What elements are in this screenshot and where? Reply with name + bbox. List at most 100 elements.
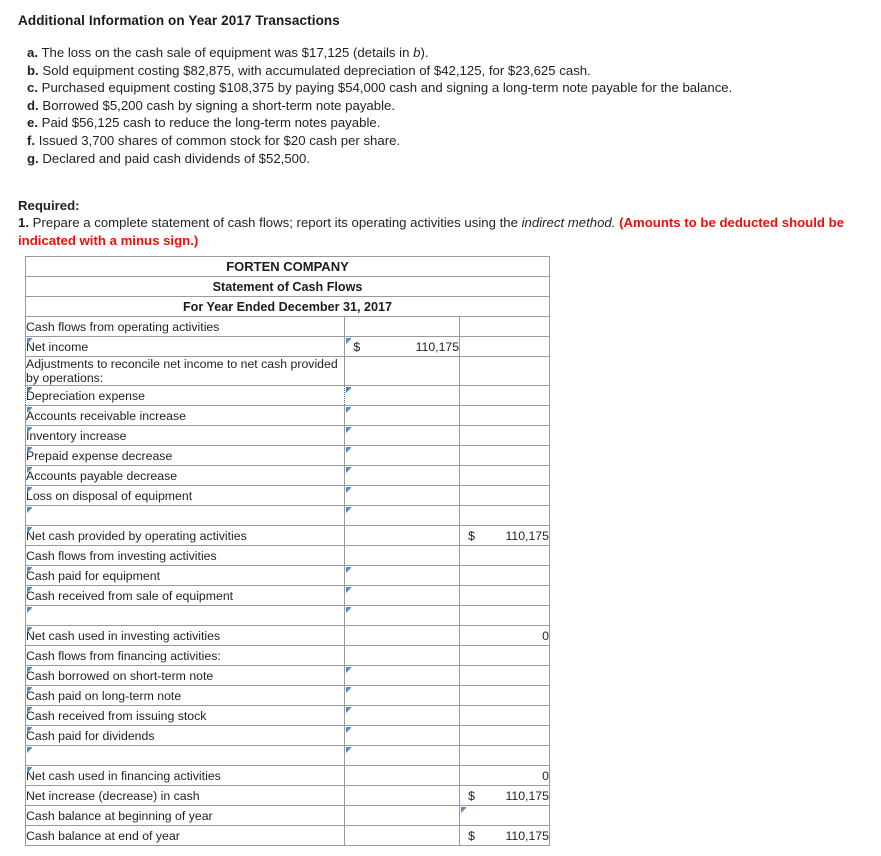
tot-cell bbox=[459, 316, 550, 337]
table-row bbox=[24, 505, 550, 526]
amt-input-cell[interactable] bbox=[344, 565, 461, 586]
table-row: Cash received from sale of equipment bbox=[24, 585, 550, 606]
required-instruction: 1. Prepare a complete statement of cash … bbox=[18, 214, 864, 250]
amt-cell bbox=[344, 356, 461, 386]
row-label-select[interactable] bbox=[24, 605, 346, 626]
amt-input-cell[interactable]: $110,175 bbox=[344, 336, 461, 357]
tot-value: 110,175 bbox=[505, 828, 549, 843]
amt-cell bbox=[344, 625, 461, 646]
tot-cell bbox=[459, 685, 550, 706]
amt-input-cell[interactable] bbox=[344, 685, 461, 706]
transaction-item: c. Purchased equipment costing $108,375 … bbox=[18, 79, 881, 97]
tot-total-cell: $110,175 bbox=[459, 825, 550, 846]
required-emphasis: indirect method. bbox=[521, 215, 616, 231]
transaction-text: Paid $56,125 cash to reduce the long-ter… bbox=[41, 115, 381, 131]
amt-input-cell[interactable] bbox=[344, 445, 461, 466]
row-label-select[interactable]: Cash received from issuing stock bbox=[24, 705, 346, 726]
row-label-select[interactable] bbox=[24, 745, 346, 766]
tot-value: 110,175 bbox=[505, 788, 549, 803]
amt-input-cell[interactable] bbox=[344, 485, 461, 506]
row-label-text: Cash flows from financing activities: bbox=[26, 648, 221, 663]
company-name: FORTEN COMPANY bbox=[25, 256, 550, 277]
row-label-text: Accounts receivable increase bbox=[26, 408, 186, 423]
table-row: Depreciation expense bbox=[24, 385, 550, 406]
currency-symbol: $ bbox=[468, 828, 475, 843]
tot-cell bbox=[459, 356, 550, 386]
row-label-text: Inventory increase bbox=[26, 428, 127, 443]
amt-input-cell[interactable] bbox=[344, 465, 461, 486]
row-label-select[interactable]: Net income bbox=[24, 336, 346, 357]
table-row: Cash paid on long-term note bbox=[24, 685, 550, 706]
table-row bbox=[24, 745, 550, 766]
row-label-text: Cash received from issuing stock bbox=[26, 708, 207, 723]
row-label: Cash flows from investing activities bbox=[24, 545, 346, 566]
cash-flow-rows: Cash flows from operating activities Net … bbox=[24, 316, 550, 846]
amt-input-cell[interactable] bbox=[344, 425, 461, 446]
tot-cell bbox=[459, 405, 550, 426]
table-row: Accounts payable decrease bbox=[24, 465, 550, 486]
amt-input-cell[interactable] bbox=[344, 705, 461, 726]
transaction-item: a. The loss on the cash sale of equipmen… bbox=[18, 44, 881, 62]
row-label-select[interactable]: Prepaid expense decrease bbox=[24, 445, 346, 466]
tot-cell bbox=[459, 705, 550, 726]
row-label-text: Cash borrowed on short-term note bbox=[26, 668, 214, 683]
row-label-select[interactable]: Cash paid on long-term note bbox=[24, 685, 346, 706]
table-row: Net cash provided by operating activitie… bbox=[24, 525, 550, 546]
row-label: Adjustments to reconcile net income to n… bbox=[24, 356, 346, 386]
row-label: Cash balance at beginning of year bbox=[24, 805, 346, 826]
transaction-item: d. Borrowed $5,200 cash by signing a sho… bbox=[18, 97, 881, 115]
transaction-text: The loss on the cash sale of equipment w… bbox=[41, 45, 414, 60]
row-label-select[interactable]: Depreciation expense bbox=[24, 385, 346, 406]
transaction-item: e. Paid $56,125 cash to reduce the long-… bbox=[18, 114, 881, 132]
tot-cell bbox=[459, 545, 550, 566]
amt-input-cell[interactable] bbox=[344, 605, 461, 626]
row-label-select[interactable]: Net cash used in financing activities bbox=[24, 765, 346, 786]
row-label: Cash flows from operating activities bbox=[24, 316, 346, 337]
row-label-text: Cash balance at beginning of year bbox=[26, 808, 213, 823]
row-label-select[interactable]: Accounts payable decrease bbox=[24, 465, 346, 486]
required-text: Prepare a complete statement of cash flo… bbox=[32, 215, 522, 231]
amt-cell bbox=[344, 316, 461, 337]
statement-period: For Year Ended December 31, 2017 bbox=[25, 296, 550, 317]
tot-cell bbox=[459, 425, 550, 446]
amt-input-cell[interactable] bbox=[344, 745, 461, 766]
amt-value: 110,175 bbox=[415, 339, 460, 354]
amt-input-cell[interactable] bbox=[344, 505, 461, 526]
table-row: Cash borrowed on short-term note bbox=[24, 665, 550, 686]
transaction-letter: f. bbox=[27, 132, 36, 148]
row-label-select[interactable]: Cash borrowed on short-term note bbox=[24, 665, 346, 686]
required-number: 1. bbox=[18, 215, 29, 231]
amt-input-cell[interactable] bbox=[344, 385, 461, 406]
row-label-select[interactable]: Accounts receivable increase bbox=[24, 405, 346, 426]
amt-input-cell[interactable] bbox=[344, 665, 461, 686]
row-label-select[interactable]: Cash received from sale of equipment bbox=[24, 585, 346, 606]
row-label-select[interactable]: Net cash provided by operating activitie… bbox=[24, 525, 346, 546]
row-label-text: Cash balance at end of year bbox=[26, 828, 180, 843]
row-label-select[interactable]: Loss on disposal of equipment bbox=[24, 485, 346, 506]
row-label-select[interactable]: Cash paid for dividends bbox=[24, 725, 346, 746]
tot-input-cell[interactable] bbox=[459, 805, 550, 826]
tot-cell bbox=[459, 465, 550, 486]
row-label-text: Net income bbox=[26, 339, 89, 354]
transaction-item: b. Sold equipment costing $82,875, with … bbox=[18, 62, 881, 80]
row-label-text: Prepaid expense decrease bbox=[26, 448, 173, 463]
transaction-text: Issued 3,700 shares of common stock for … bbox=[38, 132, 401, 148]
amt-input-cell[interactable] bbox=[344, 585, 461, 606]
table-row: Cash paid for dividends bbox=[24, 725, 550, 746]
amt-cell bbox=[344, 525, 461, 546]
row-label-select[interactable]: Cash paid for equipment bbox=[24, 565, 346, 586]
table-header-company: FORTEN COMPANY bbox=[25, 256, 550, 277]
cash-flow-table: FORTEN COMPANY Statement of Cash Flows F… bbox=[24, 256, 550, 846]
amt-input-cell[interactable] bbox=[344, 405, 461, 426]
tot-cell: 0 bbox=[459, 625, 550, 646]
row-label-select[interactable]: Inventory increase bbox=[24, 425, 346, 446]
row-label-select[interactable]: Net cash used in investing activities bbox=[24, 625, 346, 646]
amt-input-cell[interactable] bbox=[344, 725, 461, 746]
transaction-letter: g. bbox=[27, 150, 39, 166]
row-label-text: Net cash provided by operating activitie… bbox=[26, 528, 247, 543]
row-label-select[interactable] bbox=[24, 505, 346, 526]
table-row: Net increase (decrease) in cash $110,175 bbox=[24, 785, 550, 806]
table-row: Net cash used in financing activities 0 bbox=[24, 765, 550, 786]
transaction-text: Declared and paid cash dividends of $52,… bbox=[42, 150, 311, 166]
required-label: Required: bbox=[18, 198, 80, 214]
